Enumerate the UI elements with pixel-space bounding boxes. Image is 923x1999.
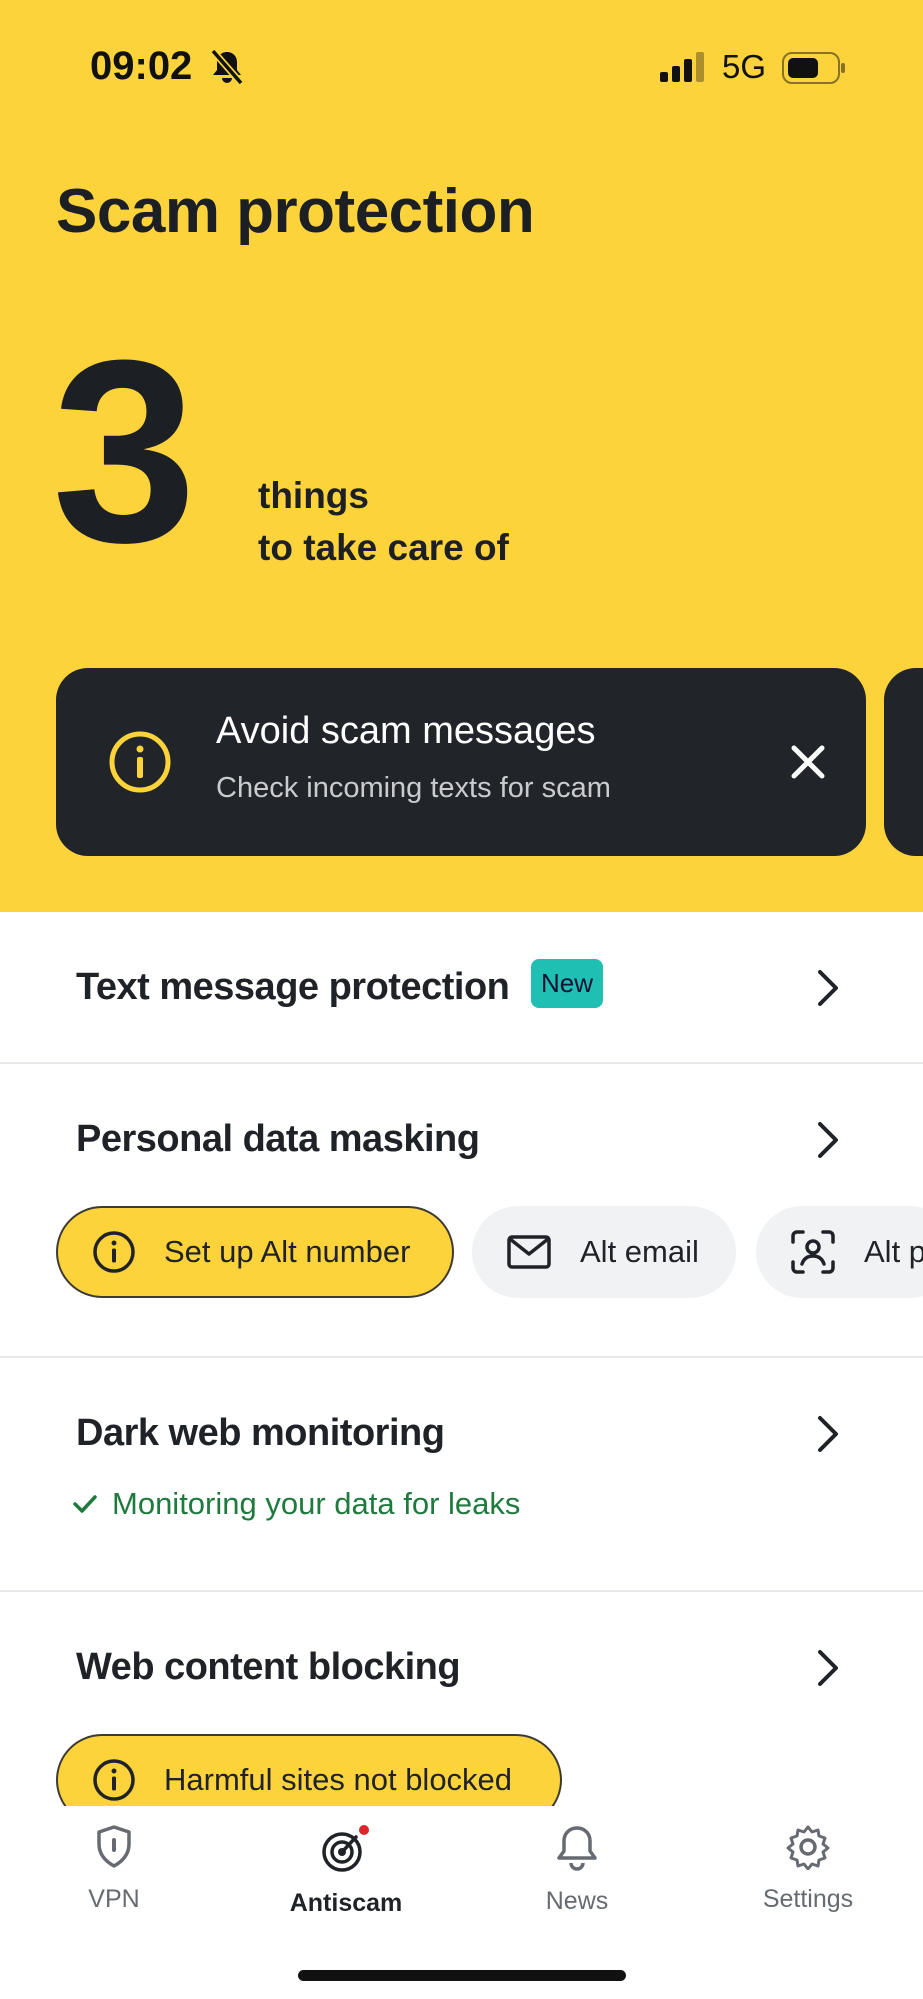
notification-dot: [359, 1825, 369, 1835]
pill-label: Alt email: [580, 1234, 699, 1269]
page-title: Scam protection: [56, 177, 535, 246]
home-indicator[interactable]: [298, 1970, 626, 1981]
issues-caption-line2: to take care of: [258, 527, 509, 568]
network-type: 5G: [722, 48, 767, 85]
section-title: Dark web monitoring: [76, 1412, 445, 1454]
harmful-sites-not-blocked-button[interactable]: Harmful sites not blocked: [56, 1734, 562, 1806]
info-icon: [108, 730, 172, 799]
section-title: Text message protection: [76, 966, 510, 1008]
gear-icon: [786, 1825, 830, 1871]
tab-settings[interactable]: Settings: [718, 1824, 898, 1914]
pill-label: Set up Alt number: [164, 1234, 411, 1269]
hero-section: 09:02 5G Scam protection 3 things to tak…: [0, 0, 923, 912]
alt-profile-button[interactable]: Alt p: [756, 1206, 923, 1298]
tab-antiscam[interactable]: Antiscam: [256, 1824, 436, 1918]
signal-icon: [660, 52, 708, 87]
alert-card[interactable]: Avoid scam messages Check incoming texts…: [56, 668, 866, 856]
new-badge: New: [531, 959, 604, 1008]
alert-card-title: Avoid scam messages: [216, 710, 596, 752]
battery-icon: [782, 52, 846, 89]
check-icon: [73, 1495, 97, 1513]
tab-label: Settings: [762, 1885, 854, 1913]
info-icon: [93, 1759, 135, 1801]
issues-count: 3: [52, 307, 197, 597]
radar-icon: [322, 1825, 369, 1872]
tab-label: News: [545, 1887, 609, 1915]
chevron-right-icon[interactable]: [812, 1120, 844, 1165]
envelope-icon: [507, 1235, 551, 1269]
pill-label: Harmful sites not blocked: [164, 1762, 513, 1797]
close-icon[interactable]: [776, 730, 840, 799]
set-up-alt-number-button[interactable]: Set up Alt number: [56, 1206, 454, 1298]
status-time: 09:02: [90, 44, 193, 88]
chevron-right-icon: [812, 1414, 844, 1459]
tab-news[interactable]: News: [487, 1824, 667, 1916]
alt-email-button[interactable]: Alt email: [472, 1206, 736, 1298]
person-scan-icon: [791, 1230, 835, 1274]
chevron-right-icon: [812, 1648, 844, 1693]
issues-caption: things to take care of: [258, 470, 509, 574]
text-message-protection-row[interactable]: Text message protection New: [0, 912, 923, 1064]
tab-vpn[interactable]: VPN: [24, 1824, 204, 1914]
alert-card-subtitle: Check incoming texts for scam: [216, 772, 611, 804]
monitoring-status-text: Monitoring your data for leaks: [112, 1486, 521, 1521]
shield-icon: [97, 1825, 131, 1868]
bell-icon: [557, 1826, 597, 1871]
issues-caption-line1: things: [258, 475, 369, 516]
section-title: Web content blocking: [76, 1646, 461, 1688]
tab-label: VPN: [88, 1885, 140, 1913]
tab-label: Antiscam: [289, 1889, 403, 1917]
monitoring-status: Monitoring your data for leaks: [72, 1486, 520, 1522]
web-blocking-status-clip: Harmful sites not blocked: [0, 1730, 923, 1806]
pill-label: Alt p: [864, 1234, 923, 1269]
dark-web-monitoring-row[interactable]: Dark web monitoring: [0, 1358, 923, 1592]
silent-bell-icon: [210, 48, 244, 91]
next-alert-card[interactable]: [884, 668, 923, 856]
info-icon: [93, 1231, 135, 1273]
chevron-right-icon: [812, 968, 844, 1013]
section-title[interactable]: Personal data masking: [76, 1118, 480, 1161]
status-bar: 09:02 5G: [0, 0, 923, 136]
